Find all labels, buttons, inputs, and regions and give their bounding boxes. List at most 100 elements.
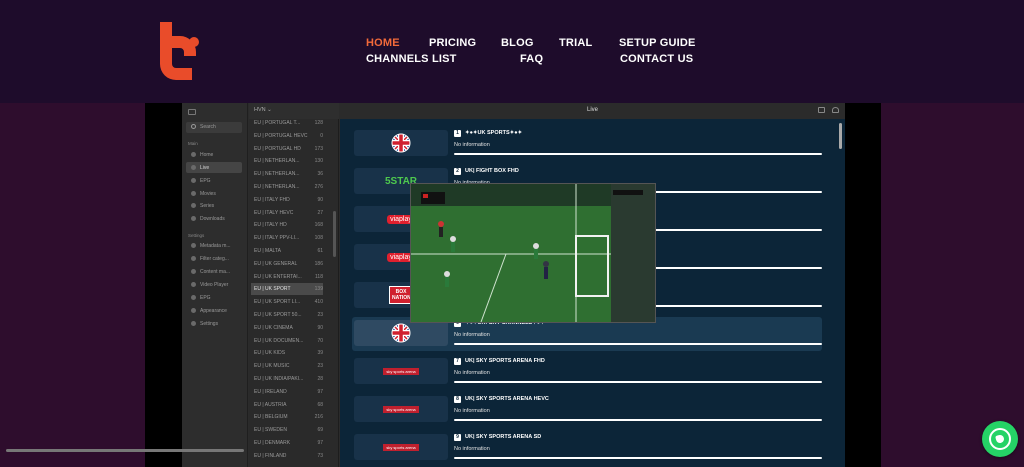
menu-metadata[interactable]: Metadata m... bbox=[186, 240, 242, 251]
menu-label: Home bbox=[200, 152, 214, 158]
category-item[interactable]: EU | AUSTRIA 68 bbox=[251, 399, 323, 411]
channel-logo: sky sports arena bbox=[354, 396, 448, 422]
category-item[interactable]: EU | NETHERLAN... 276 bbox=[251, 181, 323, 193]
category-list: HVN ⌄ EU | PORTUGAL T... 128 EU | PORTUGAL… bbox=[249, 103, 339, 467]
menu-epg-settings[interactable]: EPG bbox=[186, 292, 242, 303]
channel-row[interactable]: sky sports arena 9 UK| SKY SPORTS ARENA SD… bbox=[352, 431, 822, 465]
category-item[interactable]: EU | NETHERLAN... 36 bbox=[251, 168, 323, 180]
menu-home[interactable]: Home bbox=[186, 149, 242, 160]
menu-downloads[interactable]: Downloads bbox=[186, 213, 242, 224]
category-item[interactable]: EU | DENMARK 97 bbox=[251, 437, 323, 449]
category-count: 168 bbox=[314, 222, 323, 229]
category-item[interactable]: EU | UK DOCUMEN... 70 bbox=[251, 335, 323, 347]
menu-video-player[interactable]: Video Player bbox=[186, 279, 242, 290]
category-name: EU | SWEDEN bbox=[254, 427, 287, 434]
menu-live[interactable]: Live bbox=[186, 162, 242, 173]
window-title: Live bbox=[586, 107, 598, 113]
menu-content-manager[interactable]: Content ma... bbox=[186, 266, 242, 277]
live-icon bbox=[191, 165, 196, 170]
menu-series[interactable]: Series bbox=[186, 200, 242, 211]
channel-logo-text: sky sports arena bbox=[383, 405, 419, 413]
category-count: 410 bbox=[314, 299, 323, 306]
category-item[interactable]: EU | UK MUSIC 23 bbox=[251, 360, 323, 372]
nav-blog[interactable]: BLOG bbox=[501, 37, 534, 49]
category-item[interactable]: EU | UK ENTERTAI... 118 bbox=[251, 271, 323, 283]
category-count: 23 bbox=[317, 312, 323, 318]
channel-progress-bar bbox=[454, 419, 822, 421]
category-count: 61 bbox=[317, 248, 323, 254]
nav-faq[interactable]: FAQ bbox=[520, 53, 543, 65]
category-count: 0 bbox=[320, 132, 323, 139]
category-count: 97 bbox=[317, 388, 323, 395]
channel-progress-bar bbox=[454, 343, 822, 345]
category-name: EU | UK MUSIC bbox=[254, 363, 290, 370]
whatsapp-chat-button[interactable] bbox=[982, 421, 1018, 457]
category-item[interactable]: EU | SWEDEN 69 bbox=[251, 424, 323, 436]
category-item[interactable]: EU | UK INDIA/PAKI... 28 bbox=[251, 373, 323, 385]
channel-number: 8 bbox=[454, 396, 461, 403]
category-item[interactable]: EU | IRELAND 97 bbox=[251, 386, 323, 398]
category-name: EU | BELGIUM bbox=[254, 414, 288, 421]
series-icon bbox=[191, 203, 196, 208]
category-item[interactable]: EU | MALTA 61 bbox=[251, 245, 323, 257]
nav-trial[interactable]: TRIAL bbox=[559, 37, 592, 49]
category-count: 36 bbox=[317, 171, 323, 178]
channel-number: 9 bbox=[454, 434, 461, 441]
uk-flag-icon bbox=[391, 133, 411, 153]
menu-label: Settings bbox=[200, 321, 219, 327]
brand-logo[interactable] bbox=[156, 22, 200, 80]
category-item[interactable]: EU | PORTUGAL HEVC 0 bbox=[251, 130, 323, 142]
nav-home[interactable]: HOME bbox=[366, 37, 400, 49]
category-item[interactable]: EU | UK KIDS 39 bbox=[251, 347, 323, 359]
category-item[interactable]: EU | ITALY HD 168 bbox=[251, 219, 323, 231]
category-item[interactable]: EU | PORTUGAL HD 173 bbox=[251, 143, 323, 155]
category-item[interactable]: EU | UK SPORT 50... 23 bbox=[251, 309, 323, 321]
category-name: EU | PORTUGAL HEVC bbox=[254, 132, 308, 139]
menu-label: Live bbox=[200, 165, 210, 171]
video-preview[interactable] bbox=[410, 183, 656, 323]
channel-row[interactable]: sky sports arena 8 UK| SKY SPORTS ARENA HE… bbox=[352, 393, 822, 427]
category-item[interactable]: EU | UK SPORT LI... 410 bbox=[251, 296, 323, 308]
category-item[interactable]: EU | UK CINEMA 90 bbox=[251, 322, 323, 334]
settings-icon bbox=[191, 321, 196, 326]
search-input[interactable]: Search bbox=[186, 122, 242, 133]
channel-row[interactable]: sky sports arena 7 UK| SKY SPORTS ARENA FH… bbox=[352, 355, 822, 389]
category-scrollbar[interactable] bbox=[333, 211, 336, 257]
channel-scrollbar[interactable] bbox=[839, 123, 842, 149]
menu-appearance[interactable]: Appearance bbox=[186, 305, 242, 316]
category-item[interactable]: EU | FINLAND 73 bbox=[251, 450, 323, 462]
menu-settings[interactable]: Settings bbox=[186, 318, 242, 329]
menu-filter-categories[interactable]: Filter categ... bbox=[186, 253, 242, 264]
category-item[interactable]: EU | PORTUGAL T... 128 bbox=[251, 117, 323, 129]
category-name: EU | UK SPORT bbox=[254, 286, 291, 293]
content-icon bbox=[191, 269, 196, 274]
channel-progress-bar bbox=[454, 153, 822, 155]
category-item[interactable]: EU | ITALY FHD 90 bbox=[251, 194, 323, 206]
category-name: EU | UK INDIA/PAKI... bbox=[254, 376, 304, 382]
favorites-icon[interactable] bbox=[832, 107, 839, 113]
category-count: 173 bbox=[314, 145, 323, 152]
channel-logo: sky sports arena bbox=[354, 358, 448, 384]
sidebar-toggle-icon[interactable] bbox=[188, 109, 196, 115]
category-item[interactable]: EU | ITALY HEVC 27 bbox=[251, 207, 323, 219]
nav-pricing[interactable]: PRICING bbox=[429, 37, 476, 49]
nav-channels-list[interactable]: CHANNELS LIST bbox=[366, 53, 457, 65]
nav-contact-us[interactable]: CONTACT US bbox=[620, 53, 693, 65]
category-name: EU | NETHERLAN... bbox=[254, 158, 300, 165]
category-item[interactable]: EU | NETHERLAN... 130 bbox=[251, 155, 323, 167]
category-name: EU | AUSTRIA bbox=[254, 401, 287, 408]
category-count: 97 bbox=[317, 440, 323, 446]
menu-epg[interactable]: EPG bbox=[186, 175, 242, 186]
category-item[interactable]: EU | UK SPORT 139 bbox=[251, 283, 323, 296]
nav-setup-guide[interactable]: SETUP GUIDE bbox=[619, 37, 696, 49]
category-item[interactable]: EU | ITALY PPV-LI... 108 bbox=[251, 232, 323, 244]
category-item[interactable]: EU | BELGIUM 216 bbox=[251, 411, 323, 423]
channel-row[interactable]: 1 ✦●✦UK SPORTS✦●✦ No information bbox=[352, 127, 822, 161]
video-progress-bar[interactable] bbox=[6, 449, 244, 452]
category-count: 139 bbox=[314, 286, 323, 293]
channel-epg-info: No information bbox=[454, 446, 490, 452]
layout-icon[interactable] bbox=[818, 107, 825, 113]
channel-progress-bar bbox=[454, 457, 822, 459]
category-item[interactable]: EU | UK GENERAL 186 bbox=[251, 258, 323, 270]
menu-movies[interactable]: Movies bbox=[186, 188, 242, 199]
